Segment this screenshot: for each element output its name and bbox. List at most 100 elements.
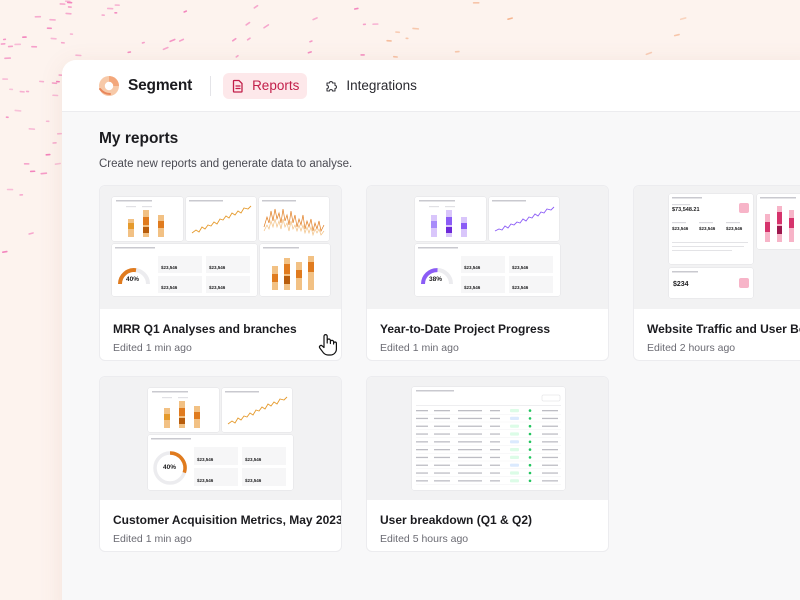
report-card[interactable]: 40% $23,546 $23,546 $23,546 $23,546 Cust…: [99, 376, 342, 552]
brand-name: Segment: [128, 76, 193, 94]
table-cell: [490, 441, 500, 443]
table-cell: [542, 464, 558, 466]
table-cell: [416, 464, 428, 466]
thumb-stat-value: $23,546: [512, 285, 529, 290]
table-status-badge: [510, 455, 519, 459]
report-card[interactable]: 38% $23,546 $23,546 $23,546 $23,546 Year…: [366, 185, 609, 361]
table-check-icon: [528, 456, 532, 459]
table-status-badge: [510, 432, 519, 436]
report-title: User breakdown (Q1 & Q2): [380, 513, 533, 527]
table-cell: [434, 441, 450, 443]
nav-item-label: Reports: [252, 78, 300, 93]
table-cell: [416, 456, 428, 459]
thumb-table: [412, 387, 565, 490]
table-cell: [458, 480, 482, 482]
thumb-bar-chart: [260, 244, 330, 296]
table-cell: [490, 417, 500, 420]
report-title: Customer Acquisition Metrics, May 2023: [113, 513, 342, 527]
document-icon: [232, 79, 243, 93]
thumb-bar-chart: [112, 197, 183, 241]
thumb-line-chart: [489, 197, 559, 241]
table-cell: [458, 410, 482, 412]
thumb-gauge-value: 38%: [429, 276, 443, 283]
table-status-badge: [510, 479, 519, 483]
table-cell: [542, 410, 558, 412]
report-title: Year-to-Date Project Progress: [380, 322, 551, 336]
table-check-icon: [528, 424, 532, 428]
table-cell: [416, 425, 428, 427]
thumb-stat-value: $23,546: [245, 457, 262, 462]
table-status-badge: [510, 471, 519, 475]
nav-divider: [210, 75, 212, 96]
thumb-stat-value: $23,546: [512, 265, 529, 270]
table-cell: [416, 410, 428, 412]
thumb-stat-value: $23,546: [672, 226, 689, 231]
table-cell: [490, 410, 500, 412]
table-check-icon: [528, 432, 532, 436]
brand[interactable]: Segment: [98, 75, 192, 97]
table-cell: [490, 464, 500, 466]
report-card[interactable]: $73,548.21 $23,546 $23,546 $23,546 $234: [633, 185, 800, 361]
table-cell: [434, 456, 450, 459]
thumb-stat-value: $23,546: [245, 478, 262, 483]
table-check-icon: [528, 417, 532, 420]
thumb-line-chart: [222, 388, 292, 432]
report-thumbnail: [367, 377, 608, 500]
report-title: Website Traffic and User Behaviour: [647, 322, 800, 336]
thumb-stat-value: $23,546: [464, 285, 481, 290]
table-cell: [542, 417, 558, 420]
table-status-badge: [510, 416, 519, 420]
table-cell: [416, 433, 428, 435]
report-edited-time: Edited 1 min ago: [113, 533, 192, 545]
table-cell: [458, 449, 482, 451]
report-title: MRR Q1 Analyses and branches: [113, 322, 297, 336]
table-check-icon: [528, 440, 532, 444]
table-cell: [542, 472, 558, 474]
table-status-badge: [510, 409, 519, 413]
table-cell: [434, 433, 450, 435]
report-thumbnail: 38% $23,546 $23,546 $23,546 $23,546: [367, 186, 608, 309]
thumb-stat-value: $23,546: [726, 226, 743, 231]
table-cell: [458, 441, 482, 443]
table-cell: [434, 464, 450, 466]
report-thumbnail: 40% $23,546 $23,546 $23,546 $23,546: [100, 186, 341, 309]
main-content: My reports Create new reports and genera…: [62, 112, 800, 552]
thumb-gauge-panel: 38% $23,546 $23,546 $23,546 $23,546: [415, 244, 560, 296]
thumb-gauge-panel: 40% $23,546 $23,546 $23,546 $23,546: [112, 244, 257, 296]
table-cell: [434, 449, 450, 451]
thumb-stat-value: $73,548.21: [672, 207, 700, 213]
table-cell: [458, 425, 482, 427]
table-check-icon: [528, 479, 532, 483]
segment-logo-icon: [99, 75, 119, 96]
thumb-stat-value: $23,546: [209, 265, 226, 270]
table-status-badge: [510, 448, 519, 452]
thumb-line-chart: [259, 197, 329, 241]
thumb-stat-value: $23,546: [161, 265, 178, 270]
thumb-stat-value: $23,546: [161, 285, 178, 290]
thumb-stats-panel: $234: [669, 268, 753, 298]
thumb-stat-value: $23,546: [699, 226, 716, 231]
page-title: My reports: [99, 130, 179, 147]
table-cell: [542, 480, 558, 482]
thumb-stats-panel: $73,548.21 $23,546 $23,546 $23,546: [669, 194, 753, 264]
table-cell: [434, 417, 450, 420]
thumb-bar-chart: [757, 194, 800, 249]
table-cell: [416, 472, 428, 474]
table-cell: [434, 472, 450, 474]
thumb-line-chart: [186, 197, 256, 241]
table-cell: [434, 480, 450, 482]
thumb-gauge-value: 40%: [126, 276, 140, 283]
table-status-badge: [510, 463, 519, 467]
thumb-stat-value: $23,546: [464, 265, 481, 270]
table-cell: [490, 456, 500, 459]
report-edited-time: Edited 1 min ago: [113, 342, 192, 354]
report-card[interactable]: 40% $23,546 $23,546 $23,546 $23,546 MRR …: [99, 185, 342, 361]
nav-item-integrations[interactable]: Integrations: [317, 73, 425, 99]
table-cell: [542, 456, 558, 459]
table-cell: [416, 417, 428, 420]
nav-item-reports[interactable]: Reports: [223, 72, 308, 99]
report-card[interactable]: User breakdown (Q1 & Q2) Edited 5 hours …: [366, 376, 609, 552]
table-cell: [416, 449, 428, 451]
table-cell: [458, 464, 482, 466]
hand-cursor-icon: [318, 334, 337, 356]
